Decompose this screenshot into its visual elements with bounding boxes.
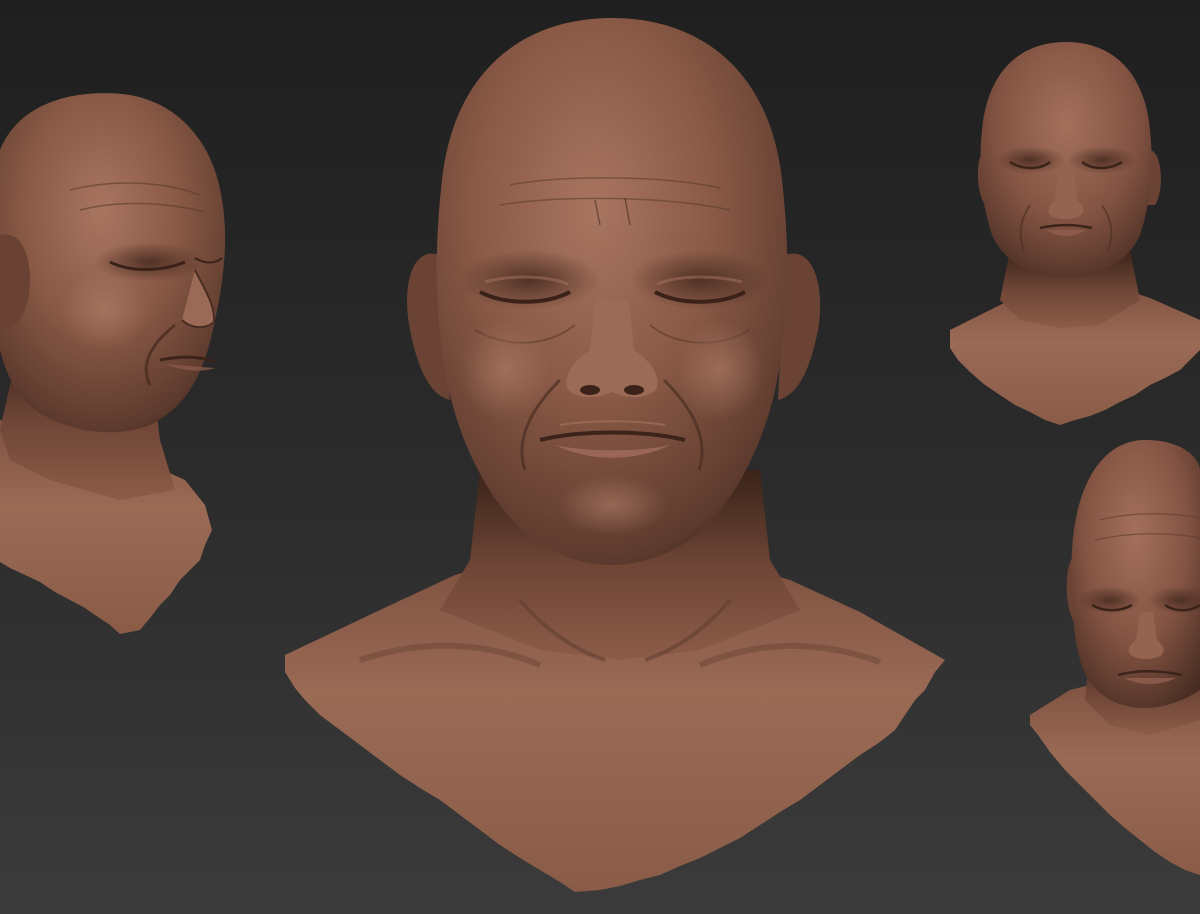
bust-render-three-quarter <box>0 93 226 634</box>
sculpt-render-viewport <box>0 0 1200 914</box>
render-canvas <box>0 0 1200 914</box>
bust-cropped-head <box>1071 440 1200 708</box>
